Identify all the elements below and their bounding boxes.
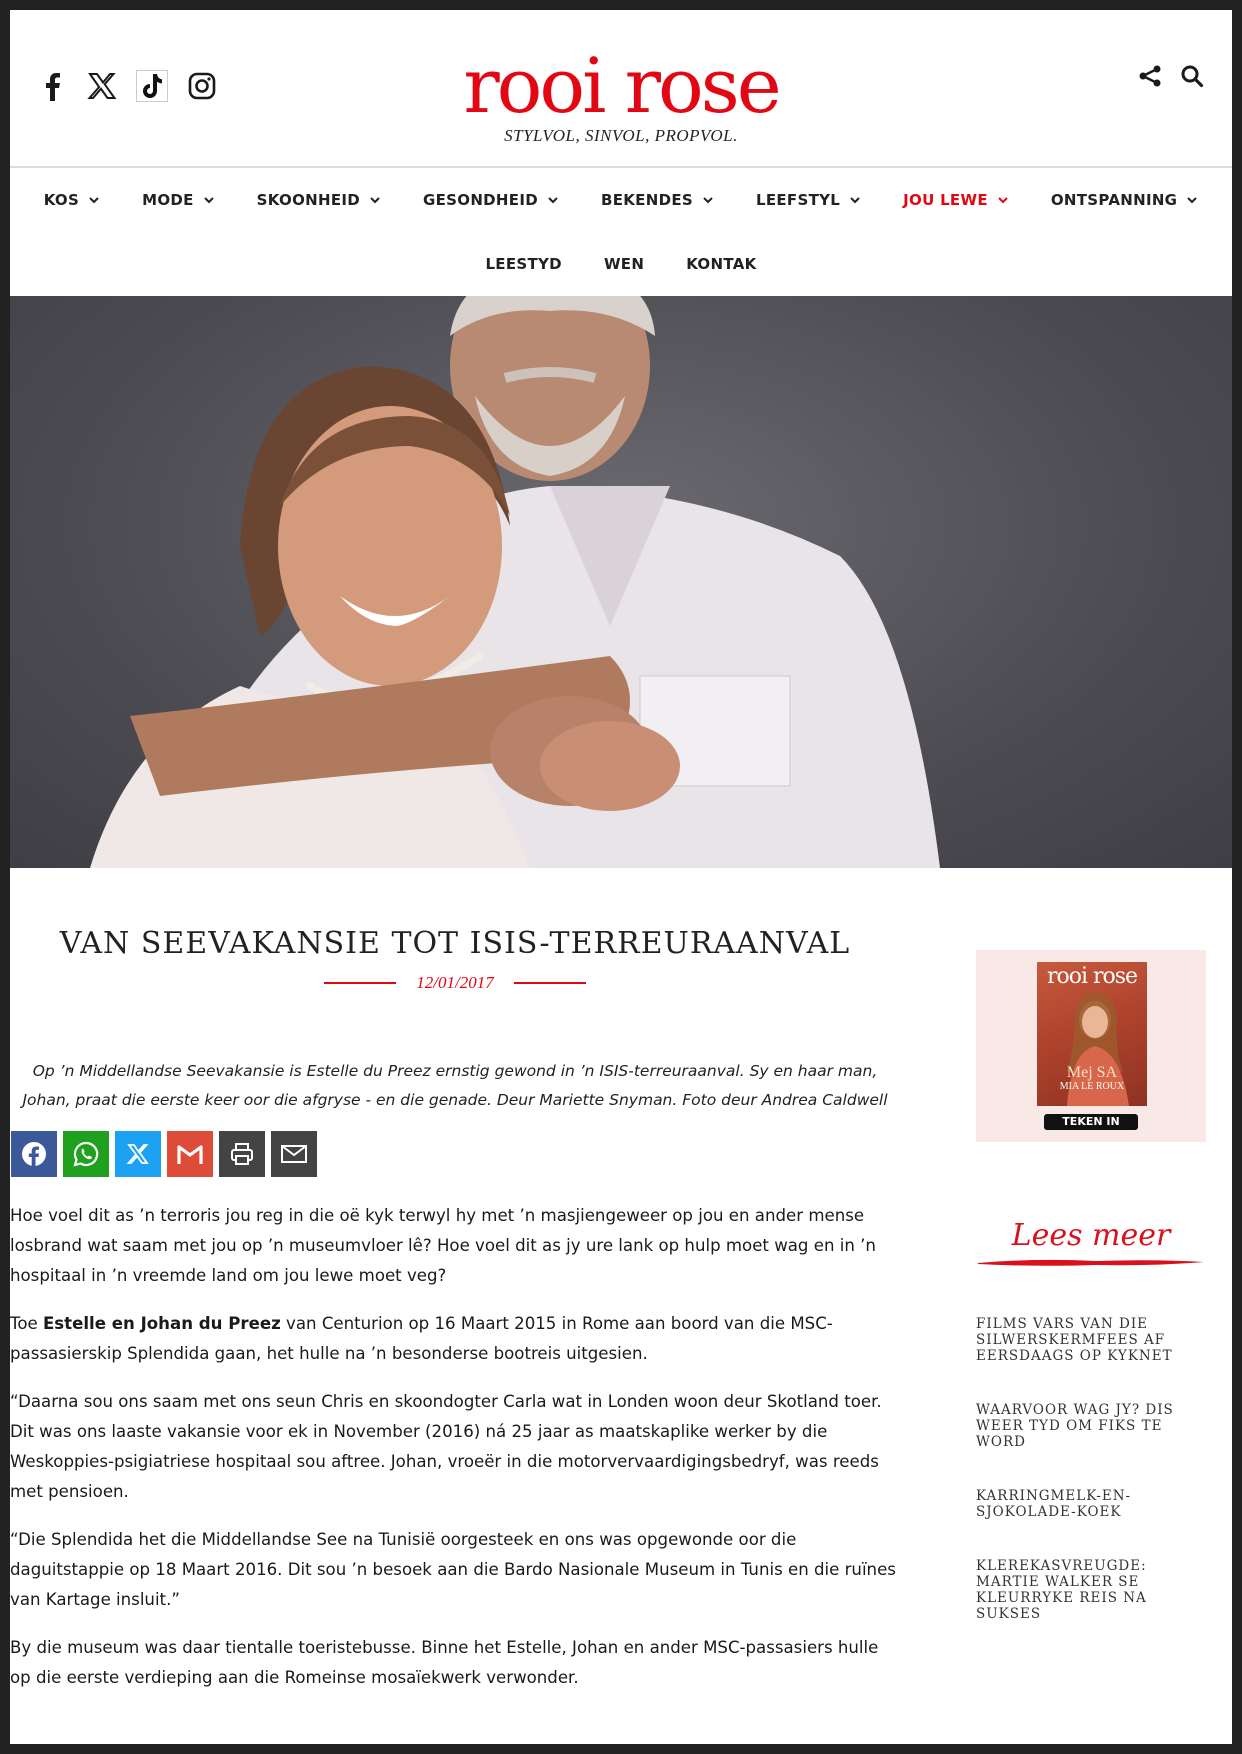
- brush-underline: [978, 1259, 1204, 1266]
- article-lead: Op ’n Middellandse Seevakansie is Estell…: [22, 1062, 888, 1109]
- nav-item-skoonheid[interactable]: SKOONHEID: [236, 191, 402, 209]
- magazine-cover-name: MIA LE ROUX: [1059, 1081, 1125, 1092]
- nav-label: KONTAK: [686, 255, 757, 273]
- article-paragraph: “Die Splendida het die Middellandse See …: [10, 1530, 896, 1609]
- magazine-cover[interactable]: rooi rose Mej SA MIA LE ROUX: [1037, 962, 1147, 1106]
- nav-item-mode[interactable]: MODE: [121, 191, 236, 209]
- share-email-button[interactable]: [271, 1131, 317, 1177]
- share-gmail-button[interactable]: [167, 1131, 213, 1177]
- email-icon: [281, 1145, 307, 1163]
- share-whatsapp-button[interactable]: [63, 1131, 109, 1177]
- site-tagline: STYLVOL, SINVOL, PROPVOL.: [504, 126, 738, 145]
- chevron-down-icon: [369, 194, 381, 206]
- nav-label: LEESTYD: [485, 255, 562, 273]
- print-icon: [231, 1143, 253, 1165]
- nav-label: ONTSPANNING: [1050, 191, 1178, 209]
- nav-label: BEKENDES: [600, 191, 693, 209]
- chevron-down-icon: [849, 194, 861, 206]
- nav-label: SKOONHEID: [256, 191, 361, 209]
- chevron-down-icon: [997, 194, 1009, 206]
- chevron-down-icon: [203, 194, 215, 206]
- nav-label: MODE: [142, 191, 194, 209]
- site-header: rooi rose STYLVOL, SINVOL, PROPVOL.: [10, 10, 1232, 166]
- nav-item-jou-lewe[interactable]: JOU LEWE: [882, 191, 1030, 209]
- divider: [513, 982, 586, 984]
- divider: [324, 982, 397, 984]
- sidebar: rooi rose Mej SA MIA LE ROUX TEKEN IN Le…: [976, 868, 1206, 1660]
- related-link[interactable]: FILMS VARS VAN DIE SILWERSKERMFEES AF EE…: [976, 1316, 1206, 1364]
- x-icon: [126, 1144, 149, 1164]
- nav-item-bekendes[interactable]: BEKENDES: [580, 191, 735, 209]
- share-bar: [11, 1131, 900, 1177]
- nav-label: JOU LEWE: [903, 191, 988, 209]
- lees-meer-heading: Lees meer: [1011, 1218, 1171, 1253]
- share-icon[interactable]: [1136, 62, 1164, 90]
- article-date: 12/01/2017: [416, 973, 494, 992]
- text-run: Toe: [10, 1314, 43, 1333]
- site-logo[interactable]: rooi rose STYLVOL, SINVOL, PROPVOL.: [10, 41, 1232, 146]
- whatsapp-icon: [73, 1141, 99, 1167]
- subscribe-button[interactable]: TEKEN IN: [1044, 1114, 1138, 1130]
- nav-item-leestyd[interactable]: LEESTYD: [464, 255, 583, 273]
- nav-label: LEEFSTYL: [755, 191, 841, 209]
- article: VAN SEEVAKANSIE TOT ISIS-TERREURAANVAL 1…: [10, 868, 900, 1711]
- article-paragraph: Toe Estelle en Johan du Preez van Centur…: [10, 1309, 898, 1369]
- nav-item-kontak[interactable]: KONTAK: [665, 255, 777, 273]
- nav-item-leefstyl[interactable]: LEEFSTYL: [735, 191, 882, 209]
- share-x-button[interactable]: [115, 1131, 161, 1177]
- gmail-icon: [177, 1145, 203, 1164]
- nav-label: WEN: [603, 255, 645, 273]
- magazine-headline: Mej SA: [1066, 1064, 1118, 1081]
- logo-text: rooi rose: [463, 41, 781, 130]
- related-link[interactable]: WAARVOOR WAG JY? DIS WEER TYD OM FIKS TE…: [976, 1402, 1206, 1450]
- related-list: FILMS VARS VAN DIE SILWERSKERMFEES AF EE…: [976, 1316, 1206, 1622]
- article-body: Hoe voel dit as ’n terroris jou reg in d…: [10, 1201, 900, 1693]
- related-link[interactable]: KLEREKASVREUGDE: MARTIE WALKER SE KLEURR…: [976, 1558, 1206, 1622]
- main-nav: KOS MODE SKOONHEID GESONDHEID BEKENDES L…: [10, 168, 1232, 296]
- nav-row-secondary: LEESTYD WEN KONTAK: [10, 232, 1232, 296]
- chevron-down-icon: [1186, 194, 1198, 206]
- text-bold: Estelle en Johan du Preez: [42, 1314, 281, 1333]
- related-link[interactable]: KARRINGMELK-EN-SJOKOLADE-KOEK: [976, 1488, 1206, 1520]
- article-paragraph: By die museum was daar tientalle toerist…: [10, 1638, 879, 1687]
- nav-item-gesondheid[interactable]: GESONDHEID: [402, 191, 580, 209]
- nav-item-kos[interactable]: KOS: [23, 191, 121, 209]
- chevron-down-icon: [702, 194, 714, 206]
- nav-item-wen[interactable]: WEN: [583, 255, 665, 273]
- page: rooi rose STYLVOL, SINVOL, PROPVOL. KOS …: [10, 10, 1232, 1744]
- share-print-button[interactable]: [219, 1131, 265, 1177]
- magazine-promo[interactable]: rooi rose Mej SA MIA LE ROUX TEKEN IN: [976, 950, 1206, 1142]
- chevron-down-icon: [88, 194, 100, 206]
- share-facebook-button[interactable]: [11, 1131, 57, 1177]
- nav-label: GESONDHEID: [423, 191, 538, 209]
- article-paragraph: Hoe voel dit as ’n terroris jou reg in d…: [10, 1206, 876, 1285]
- article-title: VAN SEEVAKANSIE TOT ISIS-TERREURAANVAL: [59, 926, 851, 961]
- hero-photo: [10, 296, 1232, 868]
- facebook-icon: [22, 1142, 46, 1167]
- header-tools: [1136, 62, 1206, 90]
- search-icon[interactable]: [1178, 62, 1206, 90]
- chevron-down-icon: [547, 194, 559, 206]
- article-date-row: 12/01/2017: [10, 973, 900, 993]
- nav-row-primary: KOS MODE SKOONHEID GESONDHEID BEKENDES L…: [10, 168, 1232, 232]
- article-paragraph: “Daarna sou ons saam met ons seun Chris …: [10, 1392, 882, 1501]
- nav-label: KOS: [43, 191, 80, 209]
- nav-item-ontspanning[interactable]: ONTSPANNING: [1030, 191, 1219, 209]
